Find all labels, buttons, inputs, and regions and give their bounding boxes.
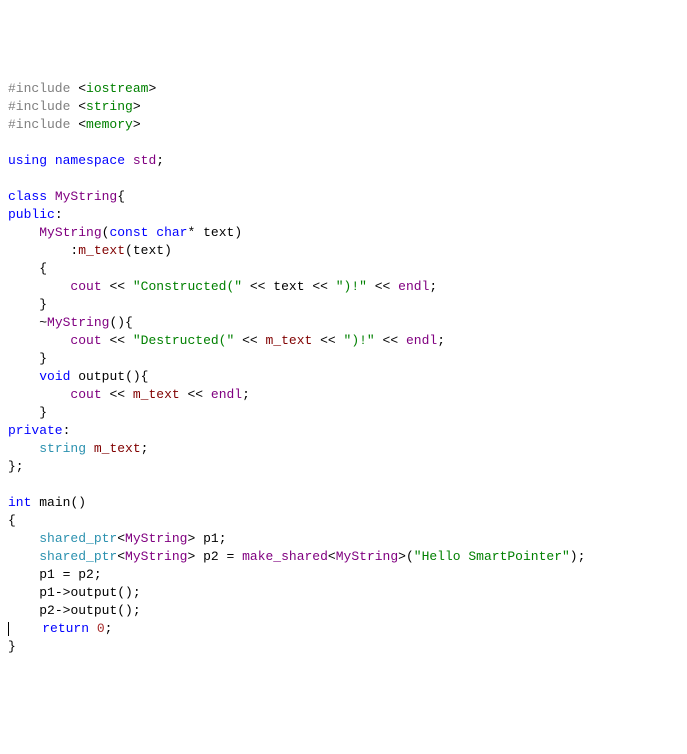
code-line: { <box>8 513 16 528</box>
code-line: } <box>8 639 16 654</box>
code-line: } <box>8 297 47 312</box>
code-line: private: <box>8 423 70 438</box>
code-line: p1 = p2; <box>8 567 102 582</box>
code-editor[interactable]: #include <iostream> #include <string> #i… <box>8 80 679 656</box>
cursor-icon <box>8 622 9 636</box>
code-line: p2->output(); <box>8 603 141 618</box>
code-line: } <box>8 351 47 366</box>
code-line: shared_ptr<MyString> p1; <box>8 531 227 546</box>
code-line: public: <box>8 207 63 222</box>
code-line: cout << "Destructed(" << m_text << ")!" … <box>8 333 445 348</box>
code-line: ~MyString(){ <box>8 315 133 330</box>
code-line: } <box>8 405 47 420</box>
code-line: class MyString{ <box>8 189 125 204</box>
code-line: shared_ptr<MyString> p2 = make_shared<My… <box>8 549 585 564</box>
preproc: #include <box>8 81 78 96</box>
code-line: cout << m_text << endl; <box>8 387 250 402</box>
code-line: #include <string> <box>8 99 141 114</box>
code-line: { <box>8 261 47 276</box>
code-line: #include <memory> <box>8 117 141 132</box>
code-line: }; <box>8 459 24 474</box>
code-line: return 0; <box>8 621 112 636</box>
code-line: void output(){ <box>8 369 148 384</box>
code-line: MyString(const char* text) <box>8 225 242 240</box>
code-line: #include <iostream> <box>8 81 156 96</box>
code-line: string m_text; <box>8 441 148 456</box>
code-line: int main() <box>8 495 86 510</box>
code-line: p1->output(); <box>8 585 141 600</box>
code-line: cout << "Constructed(" << text << ")!" <… <box>8 279 437 294</box>
code-line: :m_text(text) <box>8 243 172 258</box>
code-line: using namespace std; <box>8 153 164 168</box>
